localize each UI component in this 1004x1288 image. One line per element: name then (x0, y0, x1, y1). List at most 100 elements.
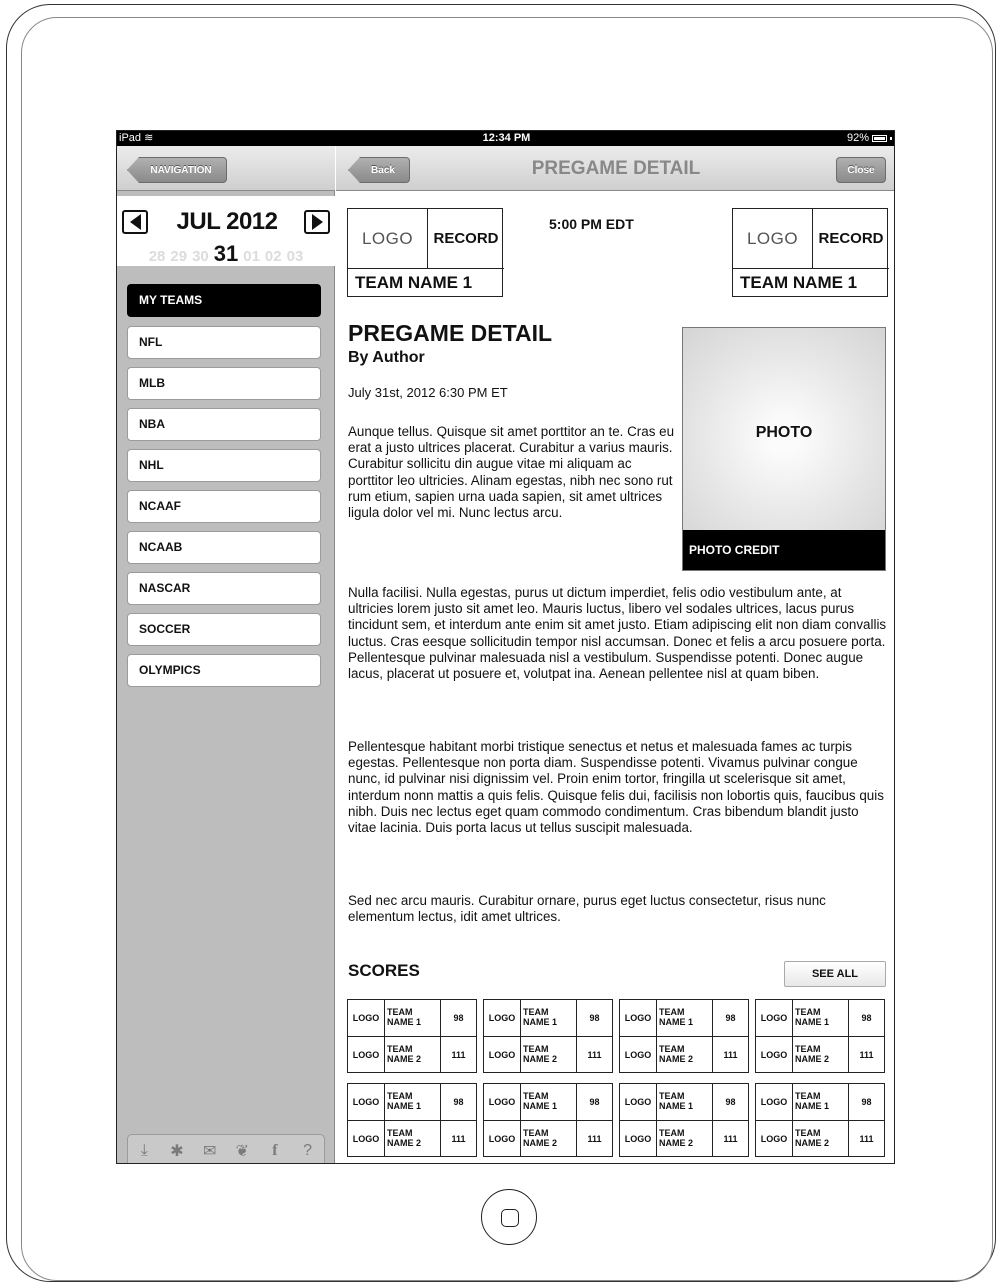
status-time: 12:34 PM (482, 132, 531, 144)
day-item[interactable]: 30 (192, 248, 209, 265)
team-score: 111 (723, 1134, 738, 1144)
team-logo: LOGO (484, 1000, 521, 1036)
arrow-left-icon (129, 214, 141, 230)
sidebar-item-nfl[interactable]: NFL (127, 326, 321, 359)
article-paragraph: Sed nec arcu mauris. Curabitur ornare, p… (348, 893, 826, 925)
sidebar-item-nhl[interactable]: NHL (127, 449, 321, 482)
day-item[interactable]: 01 (243, 248, 260, 265)
back-button[interactable]: Back (348, 157, 410, 183)
score-card[interactable]: LOGO TEAM NAME 1 98 LOGO TEAM NAME 2 111 (483, 999, 613, 1073)
scores-grid: LOGO TEAM NAME 1 98 LOGO TEAM NAME 2 111 LOGO T… (347, 999, 887, 1163)
score-card[interactable]: LOGO TEAM NAME 1 98 LOGO TEAM NAME 2 111 (755, 999, 885, 1073)
prev-month-button[interactable] (122, 210, 148, 234)
team-name: TEAM NAME 1 (793, 1000, 849, 1036)
team-record: RECORD (428, 209, 504, 269)
article-photo[interactable]: PHOTO PHOTO CREDIT (682, 327, 886, 571)
score-card[interactable]: LOGO TEAM NAME 1 98 LOGO TEAM NAME 2 111 (483, 1083, 613, 1157)
sidebar-item-ncaab[interactable]: NCAAB (127, 531, 321, 564)
article-paragraph: Nulla facilisi. Nulla egestas, purus ut … (348, 585, 887, 682)
team-name: TEAM NAME 1 (657, 1000, 713, 1036)
facebook-icon[interactable]: f (264, 1142, 286, 1160)
team-name: TEAM NAME 2 (793, 1121, 849, 1156)
sidebar-item-soccer[interactable]: SOCCER (127, 613, 321, 646)
day-item[interactable]: 28 (149, 248, 166, 265)
score-card[interactable]: LOGO TEAM NAME 1 98 LOGO TEAM NAME 2 111 (347, 999, 477, 1073)
team-score: 111 (723, 1050, 738, 1060)
team-name: TEAM NAME 2 (521, 1121, 577, 1156)
article-date: July 31st, 2012 6:30 PM ET (348, 385, 508, 400)
day-item[interactable]: 03 (287, 248, 304, 265)
article-paragraph: Pellentesque habitant morbi tristique se… (348, 739, 884, 836)
team-logo: LOGO (484, 1037, 521, 1072)
team-name: TEAM NAME 1 (521, 1000, 577, 1036)
share-toolbar: ⤓ ✱ ✉ ❦ f ? (127, 1134, 325, 1163)
sidebar-item-mlb[interactable]: MLB (127, 367, 321, 400)
team-logo: LOGO (733, 209, 813, 269)
team-logo: LOGO (348, 1121, 385, 1156)
selected-day[interactable]: 31 (214, 241, 238, 267)
team-logo: LOGO (348, 209, 428, 269)
date-picker: JUL 2012 28 29 30 31 01 02 03 (117, 196, 335, 266)
sidebar-navbar: NAVIGATION (117, 146, 335, 191)
status-bar: iPad ≋ 12:34 PM 92% (117, 131, 894, 146)
team-logo: LOGO (484, 1084, 521, 1120)
team-logo: LOGO (484, 1121, 521, 1156)
team2-box[interactable]: LOGO RECORD TEAM NAME 1 (732, 208, 889, 297)
article-title: PREGAME DETAIL (348, 320, 553, 346)
team-logo: LOGO (756, 1000, 793, 1036)
help-icon[interactable]: ? (297, 1142, 319, 1160)
sidebar-item-ncaaf[interactable]: NCAAF (127, 490, 321, 523)
battery-percent: 92% (846, 132, 869, 144)
team-name: TEAM NAME 2 (657, 1121, 713, 1156)
score-card[interactable]: LOGO TEAM NAME 1 98 LOGO TEAM NAME 2 111 (755, 1083, 885, 1157)
sidebar-item-nascar[interactable]: NASCAR (127, 572, 321, 605)
close-button[interactable]: Close (836, 157, 886, 183)
team-score: 98 (589, 1013, 600, 1023)
battery-icon (872, 135, 887, 142)
ipad-screen: iPad ≋ 12:34 PM 92% NAVIGATION JUL 2012 … (116, 130, 895, 1164)
team-name: TEAM NAME 2 (385, 1037, 441, 1072)
team-logo: LOGO (348, 1037, 385, 1072)
sidebar-item-nba[interactable]: NBA (127, 408, 321, 441)
mail-icon[interactable]: ✉ (199, 1141, 221, 1161)
team1-box[interactable]: LOGO RECORD TEAM NAME 1 (347, 208, 504, 297)
score-card[interactable]: LOGO TEAM NAME 1 98 LOGO TEAM NAME 2 111 (619, 999, 749, 1073)
score-card[interactable]: LOGO TEAM NAME 1 98 LOGO TEAM NAME 2 111 (619, 1083, 749, 1157)
team-name: TEAM NAME 2 (385, 1121, 441, 1156)
twitter-icon[interactable]: ❦ (231, 1141, 253, 1161)
team-score: 111 (859, 1134, 874, 1144)
team-logo: LOGO (620, 1000, 657, 1036)
team-name: TEAM NAME 2 (793, 1037, 849, 1072)
current-month: JUL 2012 (176, 208, 278, 235)
scores-heading: SCORES (348, 961, 420, 980)
team-score: 111 (859, 1050, 874, 1060)
team-score: 111 (587, 1050, 602, 1060)
sidebar-item-olympics[interactable]: OLYMPICS (127, 654, 321, 687)
next-month-button[interactable] (304, 210, 330, 234)
team-name: TEAM NAME 1 (385, 1000, 441, 1036)
team-name: TEAM NAME 1 (385, 1084, 441, 1120)
day-item[interactable]: 02 (265, 248, 282, 265)
download-icon[interactable]: ⤓ (133, 1142, 155, 1160)
team-name: TEAM NAME 2 (657, 1037, 713, 1072)
team-name: TEAM NAME 1 (521, 1084, 577, 1120)
article-author: By Author (348, 349, 425, 366)
team-score: 98 (453, 1097, 464, 1107)
sidebar: NAVIGATION JUL 2012 28 29 30 31 01 02 03… (117, 146, 335, 1163)
team-score: 98 (453, 1013, 464, 1023)
team-name: TEAM NAME 1 (793, 1084, 849, 1120)
team-name: TEAM NAME 2 (521, 1037, 577, 1072)
day-item[interactable]: 29 (170, 248, 187, 265)
article-paragraph: Aunque tellus. Quisque sit amet porttito… (348, 424, 675, 521)
sidebar-item-my-teams[interactable]: MY TEAMS (127, 284, 321, 317)
detail-navbar: PREGAME DETAIL Back Close (336, 146, 894, 191)
team-logo: LOGO (620, 1037, 657, 1072)
team-score: 98 (861, 1097, 872, 1107)
team-logo: LOGO (348, 1000, 385, 1036)
score-card[interactable]: LOGO TEAM NAME 1 98 LOGO TEAM NAME 2 111 (347, 1083, 477, 1157)
game-time: 5:00 PM EDT (549, 216, 634, 232)
gear-icon[interactable]: ✱ (166, 1141, 188, 1161)
home-button[interactable] (481, 1189, 537, 1245)
see-all-button[interactable]: SEE ALL (784, 961, 886, 987)
navigation-button[interactable]: NAVIGATION (127, 157, 227, 183)
